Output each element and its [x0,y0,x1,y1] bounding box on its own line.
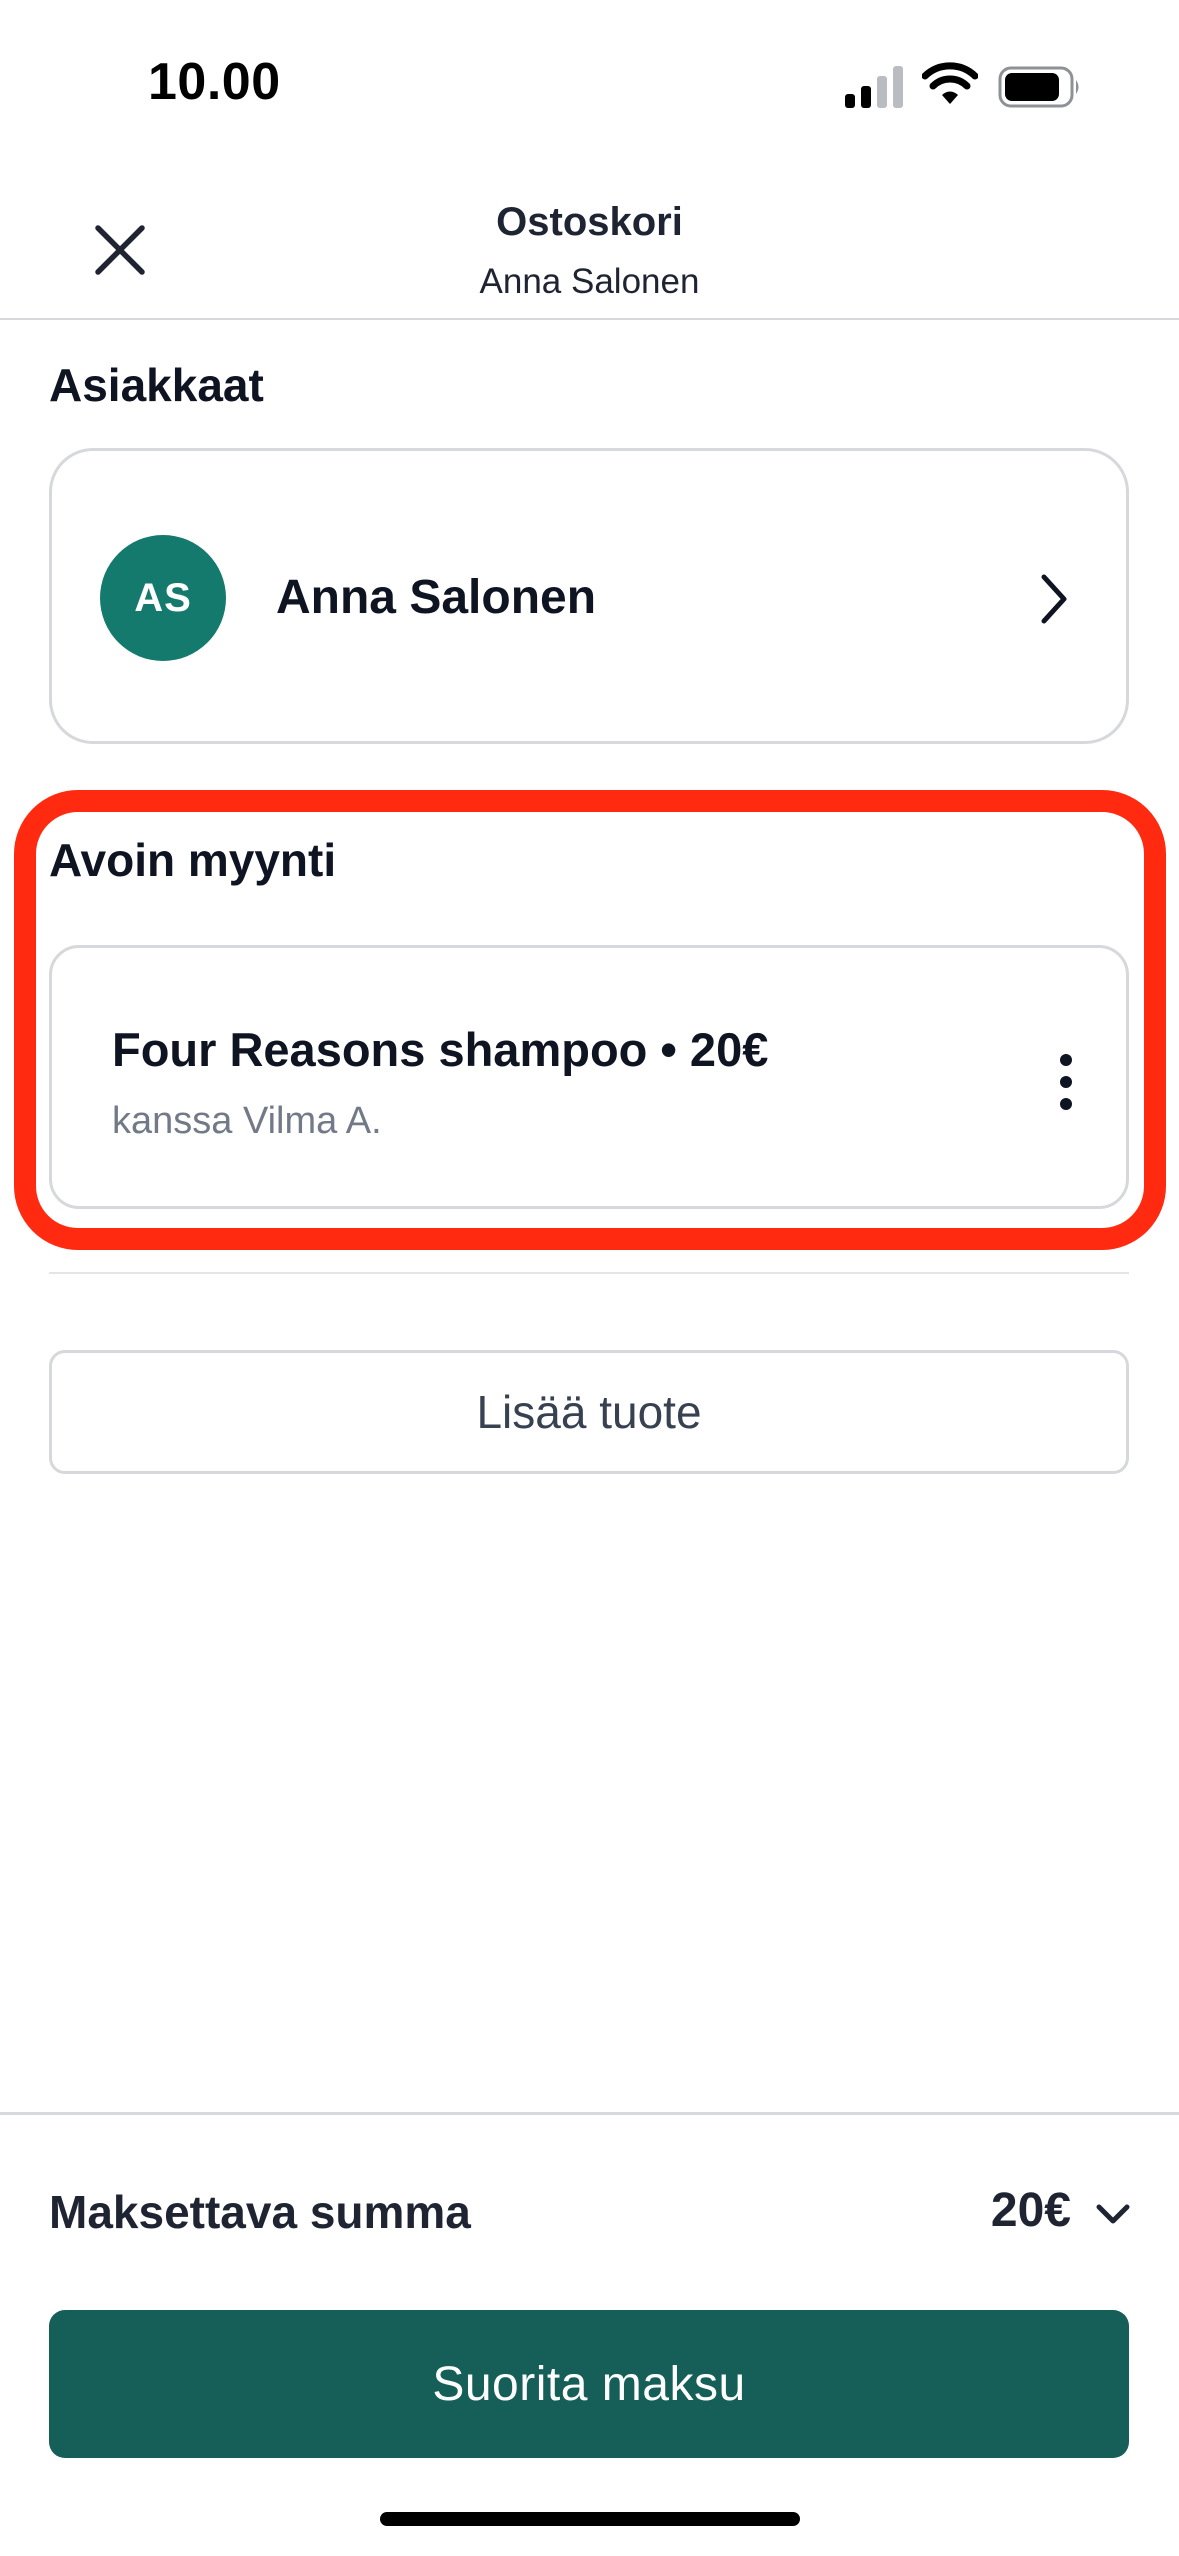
home-indicator [380,2512,800,2526]
chevron-right-icon [1041,574,1067,624]
customer-card[interactable]: AS Anna Salonen [49,448,1129,744]
footer: Maksettava summa 20€ Suorita maksu [0,2112,1179,2556]
sale-item-title: Four Reasons shampoo • 20€ [112,1023,769,1076]
status-time: 10.00 [148,53,281,111]
header: Ostoskori Anna Salonen [0,170,1179,320]
battery-icon [998,66,1079,108]
wifi-icon [922,62,978,104]
page-title: Ostoskori [496,200,683,244]
total-value[interactable]: 20€ [991,2183,1071,2238]
avatar: AS [100,535,226,661]
cart-screen: 10.00 Ostoskori Anna Salonen Asiakkaat A… [0,0,1179,2556]
page-subtitle: Anna Salonen [479,262,700,301]
more-vertical-icon[interactable] [1054,1052,1078,1112]
total-label: Maksettava summa [49,2186,471,2238]
divider [49,1272,1129,1274]
chevron-down-icon[interactable] [1093,2199,1133,2229]
sale-item-staff: kanssa Vilma A. [112,1100,382,1142]
pay-button[interactable]: Suorita maksu [49,2310,1129,2458]
open-sale-section-title: Avoin myynti [49,834,337,886]
add-product-button[interactable]: Lisää tuote [49,1350,1129,1474]
status-bar: 10.00 [0,0,1179,170]
cellular-signal-icon [845,66,903,108]
customers-section-title: Asiakkaat [49,359,264,411]
sale-item-card[interactable]: Four Reasons shampoo • 20€ kanssa Vilma … [49,945,1129,1209]
customer-name: Anna Salonen [276,571,597,624]
